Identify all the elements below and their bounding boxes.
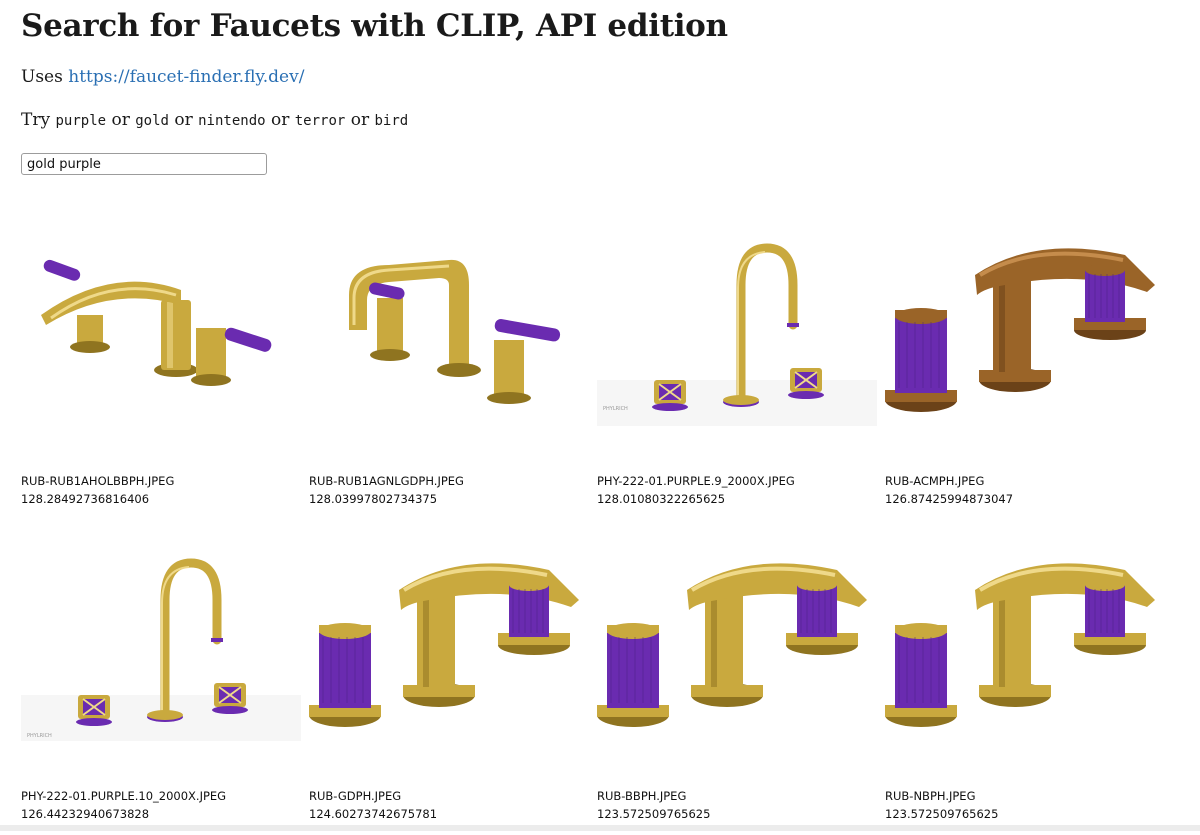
result-card: RUB-RUB1AHOLBBPH.JPEG 128.28492736816406 — [21, 230, 301, 520]
example-term: terror — [294, 113, 346, 129]
result-card: PHYLRICH PHY-222-01.PURPLE.9_2000X.JPEG 12… — [597, 230, 877, 520]
result-card: RUB-RUB1AGNLGDPH.JPEG 128.03997802734375 — [309, 230, 589, 520]
faucet-image — [41, 259, 272, 386]
faucet-image — [349, 259, 561, 404]
or-separator: or — [345, 110, 375, 130]
search-input[interactable] — [21, 153, 267, 175]
result-score: 128.28492736816406 — [21, 492, 150, 506]
result-filename: PHY-222-01.PURPLE.10_2000X.JPEG — [21, 789, 227, 803]
faucet-image: PHYLRICH — [21, 558, 301, 741]
result-filename: PHY-222-01.PURPLE.9_2000X.JPEG — [597, 474, 795, 488]
result-filename: RUB-RUB1AHOLBBPH.JPEG — [21, 474, 175, 488]
result-score: 128.01080322265625 — [597, 492, 726, 506]
faucet-image — [309, 563, 579, 727]
result-score: 123.572509765625 — [597, 807, 711, 821]
or-separator: or — [168, 110, 199, 130]
faucet-image: PHYLRICH — [597, 243, 877, 426]
result-card: RUB-ACMPH.JPEG 126.87425994873047 — [885, 230, 1165, 520]
result-filename: RUB-RUB1AGNLGDPH.JPEG — [309, 474, 464, 488]
example-term: purple — [55, 113, 107, 129]
faucet-finder-link[interactable]: https://faucet-finder.fly.dev/ — [68, 67, 304, 87]
uses-line: Uses https://faucet-finder.fly.dev/ — [21, 67, 304, 87]
faucet-image — [885, 248, 1155, 412]
page-title: Search for Faucets with CLIP, API editio… — [21, 8, 728, 44]
result-card: RUB-GDPH.JPEG 124.60273742675781 — [309, 545, 589, 835]
example-term: gold — [135, 113, 169, 129]
result-filename: RUB-ACMPH.JPEG — [885, 474, 985, 488]
example-term: bird — [374, 113, 409, 129]
result-filename: RUB-NBPH.JPEG — [885, 789, 976, 803]
result-filename: RUB-GDPH.JPEG — [309, 789, 402, 803]
or-separator: or — [106, 110, 136, 130]
try-prefix: Try — [21, 110, 56, 130]
example-term: nintendo — [198, 113, 266, 129]
result-card: RUB-BBPH.JPEG 123.572509765625 — [597, 545, 877, 835]
svg-text:PHYLRICH: PHYLRICH — [27, 733, 52, 739]
result-score: 126.87425994873047 — [885, 492, 1014, 506]
scrollbar-track — [0, 825, 1200, 831]
result-score: 123.572509765625 — [885, 807, 999, 821]
result-score: 126.44232940673828 — [21, 807, 150, 821]
result-score: 124.60273742675781 — [309, 807, 438, 821]
try-line: Try purple or gold or nintendo or terror… — [21, 110, 408, 130]
faucet-image — [597, 563, 867, 727]
svg-text:PHYLRICH: PHYLRICH — [603, 406, 628, 412]
or-separator: or — [265, 110, 295, 130]
uses-prefix: Uses — [21, 67, 69, 87]
result-score: 128.03997802734375 — [309, 492, 438, 506]
result-filename: RUB-BBPH.JPEG — [597, 789, 687, 803]
result-card: RUB-NBPH.JPEG 123.572509765625 — [885, 545, 1165, 835]
result-card: PHYLRICH PHY-222-01.PURPLE.10_2000X.JPEG 1… — [21, 545, 301, 835]
faucet-image — [885, 563, 1155, 727]
